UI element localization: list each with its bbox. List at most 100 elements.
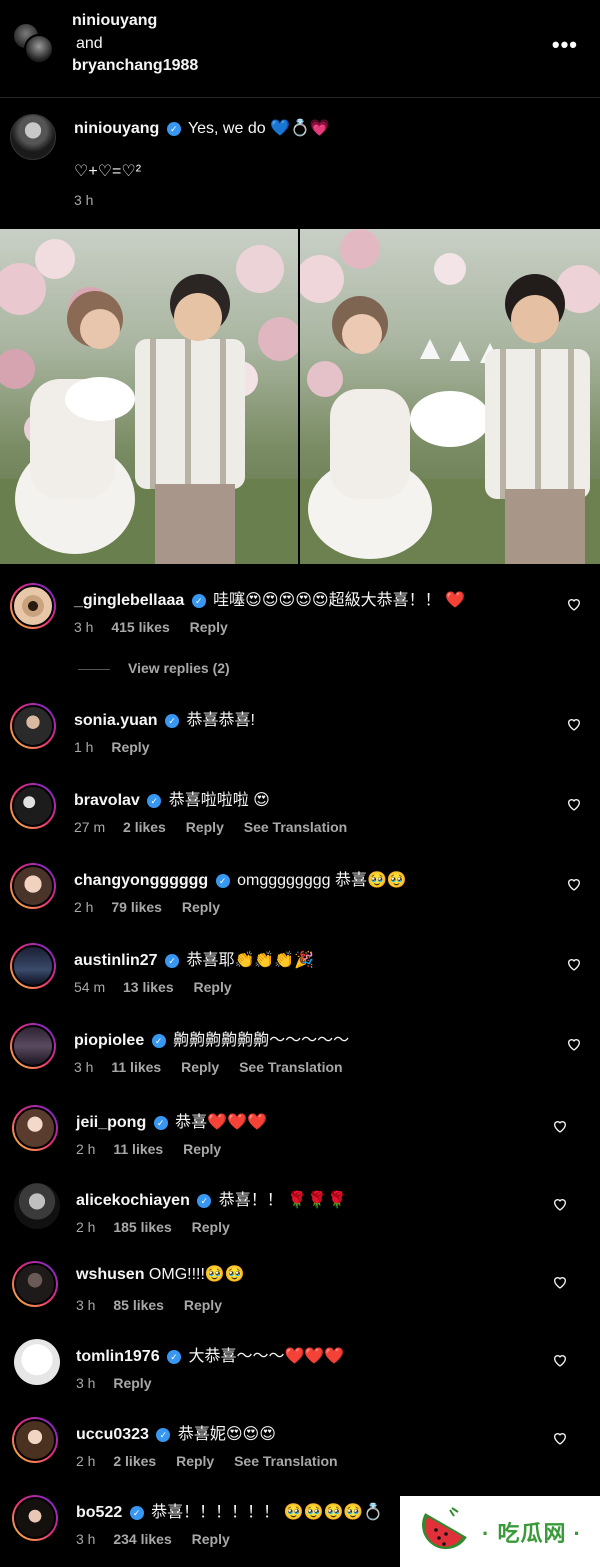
comment-time: 3 h <box>76 1375 96 1391</box>
comment-time: 2 h <box>76 1453 96 1469</box>
verified-icon: ✓ <box>191 594 206 608</box>
likes-count[interactable]: 85 likes <box>113 1297 164 1313</box>
post-header: niniouyang and bryanchang1988 ••• <box>0 0 600 98</box>
comment-text: 恭喜妮😍😍😍 <box>177 1426 276 1443</box>
comment-time: 3 h <box>74 619 94 635</box>
comment-meta: 3 h 415 likes Reply <box>74 619 244 635</box>
avatar[interactable] <box>10 703 56 749</box>
caption-line: niniouyang ✓ Yes, we do 💙💍💗 <box>74 118 330 138</box>
avatar[interactable] <box>10 114 56 160</box>
likes-count[interactable]: 415 likes <box>111 619 169 635</box>
comment-text: 恭喜！！！！！！ 🥹🥹🥹🥹💍 <box>151 1504 384 1521</box>
reply-button[interactable]: Reply <box>111 739 149 755</box>
username-link[interactable]: wshusen <box>76 1266 144 1283</box>
comment-text: 哇噻😍😍😍😍😍超級大恭喜！！ ❤️ <box>213 592 465 609</box>
avatar[interactable] <box>10 583 56 629</box>
avatar[interactable] <box>14 1183 60 1229</box>
comment-text: OMG!!!!🥹🥹 <box>148 1266 245 1283</box>
heart-icon[interactable] <box>566 876 582 892</box>
heart-icon[interactable] <box>552 1118 568 1134</box>
heart-icon[interactable] <box>566 716 582 732</box>
reply-button[interactable]: Reply <box>183 1141 221 1157</box>
username-link[interactable]: bravolav <box>74 792 140 809</box>
comment-text: 齁齁齁齁齁齁～～～～～ <box>173 1032 350 1049</box>
see-translation-button[interactable]: See Translation <box>234 1453 337 1469</box>
reply-button[interactable]: Reply <box>192 1531 230 1547</box>
likes-count[interactable]: 185 likes <box>113 1219 171 1235</box>
comment-meta: 54 m 13 likes Reply <box>74 979 248 995</box>
likes-count[interactable]: 234 likes <box>113 1531 171 1547</box>
reply-button[interactable]: Reply <box>190 619 228 635</box>
heart-icon[interactable] <box>566 596 582 612</box>
avatar[interactable] <box>12 1417 58 1463</box>
reply-button[interactable]: Reply <box>181 1059 219 1075</box>
username-link[interactable]: bo522 <box>76 1504 122 1521</box>
username-link[interactable]: jeii_pong <box>76 1114 146 1131</box>
comment-text-line: alicekochiayen ✓ 恭喜！！ 🌹🌹🌹 <box>76 1186 347 1210</box>
username-link[interactable]: alicekochiayen <box>76 1192 190 1209</box>
avatar[interactable] <box>10 1023 56 1069</box>
username-link[interactable]: niniouyang <box>72 10 198 33</box>
reply-button[interactable]: Reply <box>186 819 224 835</box>
avatar[interactable] <box>12 1261 58 1307</box>
comment-text-line: uccu0323 ✓ 恭喜妮😍😍😍 <box>76 1420 276 1444</box>
heart-icon[interactable] <box>566 956 582 972</box>
avatar[interactable] <box>14 1339 60 1385</box>
username-link[interactable]: niniouyang <box>74 120 159 137</box>
verified-icon: ✓ <box>165 714 180 728</box>
more-horizontal-icon[interactable]: ••• <box>552 32 578 58</box>
collab-avatars[interactable] <box>12 22 56 66</box>
likes-count[interactable]: 2 likes <box>123 819 166 835</box>
username-link[interactable]: bryanchang1988 <box>72 55 198 78</box>
avatar[interactable] <box>12 1495 58 1541</box>
see-translation-button[interactable]: See Translation <box>244 819 347 835</box>
wedding-photo[interactable] <box>0 229 298 564</box>
reply-button[interactable]: Reply <box>192 1219 230 1235</box>
comment-meta: 3 h 85 likes Reply <box>76 1297 238 1313</box>
heart-icon[interactable] <box>566 1036 582 1052</box>
comment-text-line: tomlin1976 ✓ 大恭喜～～～❤️❤️❤️ <box>76 1342 344 1366</box>
comment-meta: 2 h 79 likes Reply <box>74 899 236 915</box>
reply-button[interactable]: Reply <box>176 1453 214 1469</box>
avatar[interactable] <box>10 863 56 909</box>
heart-icon[interactable] <box>552 1274 568 1290</box>
likes-count[interactable]: 11 likes <box>111 1059 161 1075</box>
likes-count[interactable]: 2 likes <box>113 1453 156 1469</box>
username-link[interactable]: sonia.yuan <box>74 712 158 729</box>
comment-text-line: _ginglebellaaa ✓ 哇噻😍😍😍😍😍超級大恭喜！！ ❤️ <box>74 586 465 610</box>
caption-text: Yes, we do 💙💍💗 <box>187 120 330 137</box>
heart-icon[interactable] <box>566 796 582 812</box>
comment-time: 1 h <box>74 739 94 755</box>
username-link[interactable]: uccu0323 <box>76 1426 149 1443</box>
reply-button[interactable]: Reply <box>194 979 232 995</box>
likes-count[interactable]: 13 likes <box>123 979 174 995</box>
heart-icon[interactable] <box>552 1430 568 1446</box>
reply-button[interactable]: Reply <box>113 1375 151 1391</box>
username-link[interactable]: tomlin1976 <box>76 1348 160 1365</box>
avatar[interactable] <box>10 943 56 989</box>
heart-icon[interactable] <box>552 1196 568 1212</box>
wedding-photo-illustration <box>300 229 600 564</box>
avatar[interactable] <box>12 1105 58 1151</box>
comment-time: 27 m <box>74 819 106 835</box>
divider <box>78 668 110 670</box>
collab-usernames: niniouyang and bryanchang1988 <box>72 10 198 78</box>
post-photos[interactable] <box>0 229 600 564</box>
username-link[interactable]: piopiolee <box>74 1032 144 1049</box>
avatar[interactable] <box>10 783 56 829</box>
avatar[interactable] <box>24 34 54 64</box>
view-replies-button[interactable]: View replies (2) <box>78 660 230 676</box>
wedding-photo[interactable] <box>300 229 600 564</box>
likes-count[interactable]: 79 likes <box>111 899 162 915</box>
reply-button[interactable]: Reply <box>184 1297 222 1313</box>
see-translation-button[interactable]: See Translation <box>239 1059 342 1075</box>
comment-text: 恭喜恭喜! <box>186 712 255 729</box>
heart-icon[interactable] <box>552 1352 568 1368</box>
username-link[interactable]: changyongggggg <box>74 872 208 889</box>
reply-button[interactable]: Reply <box>182 899 220 915</box>
username-link[interactable]: _ginglebellaaa <box>74 592 184 609</box>
likes-count[interactable]: 11 likes <box>113 1141 163 1157</box>
view-replies-label[interactable]: View replies (2) <box>128 660 230 676</box>
comment-time: 54 m <box>74 979 106 995</box>
username-link[interactable]: austinlin27 <box>74 952 158 969</box>
